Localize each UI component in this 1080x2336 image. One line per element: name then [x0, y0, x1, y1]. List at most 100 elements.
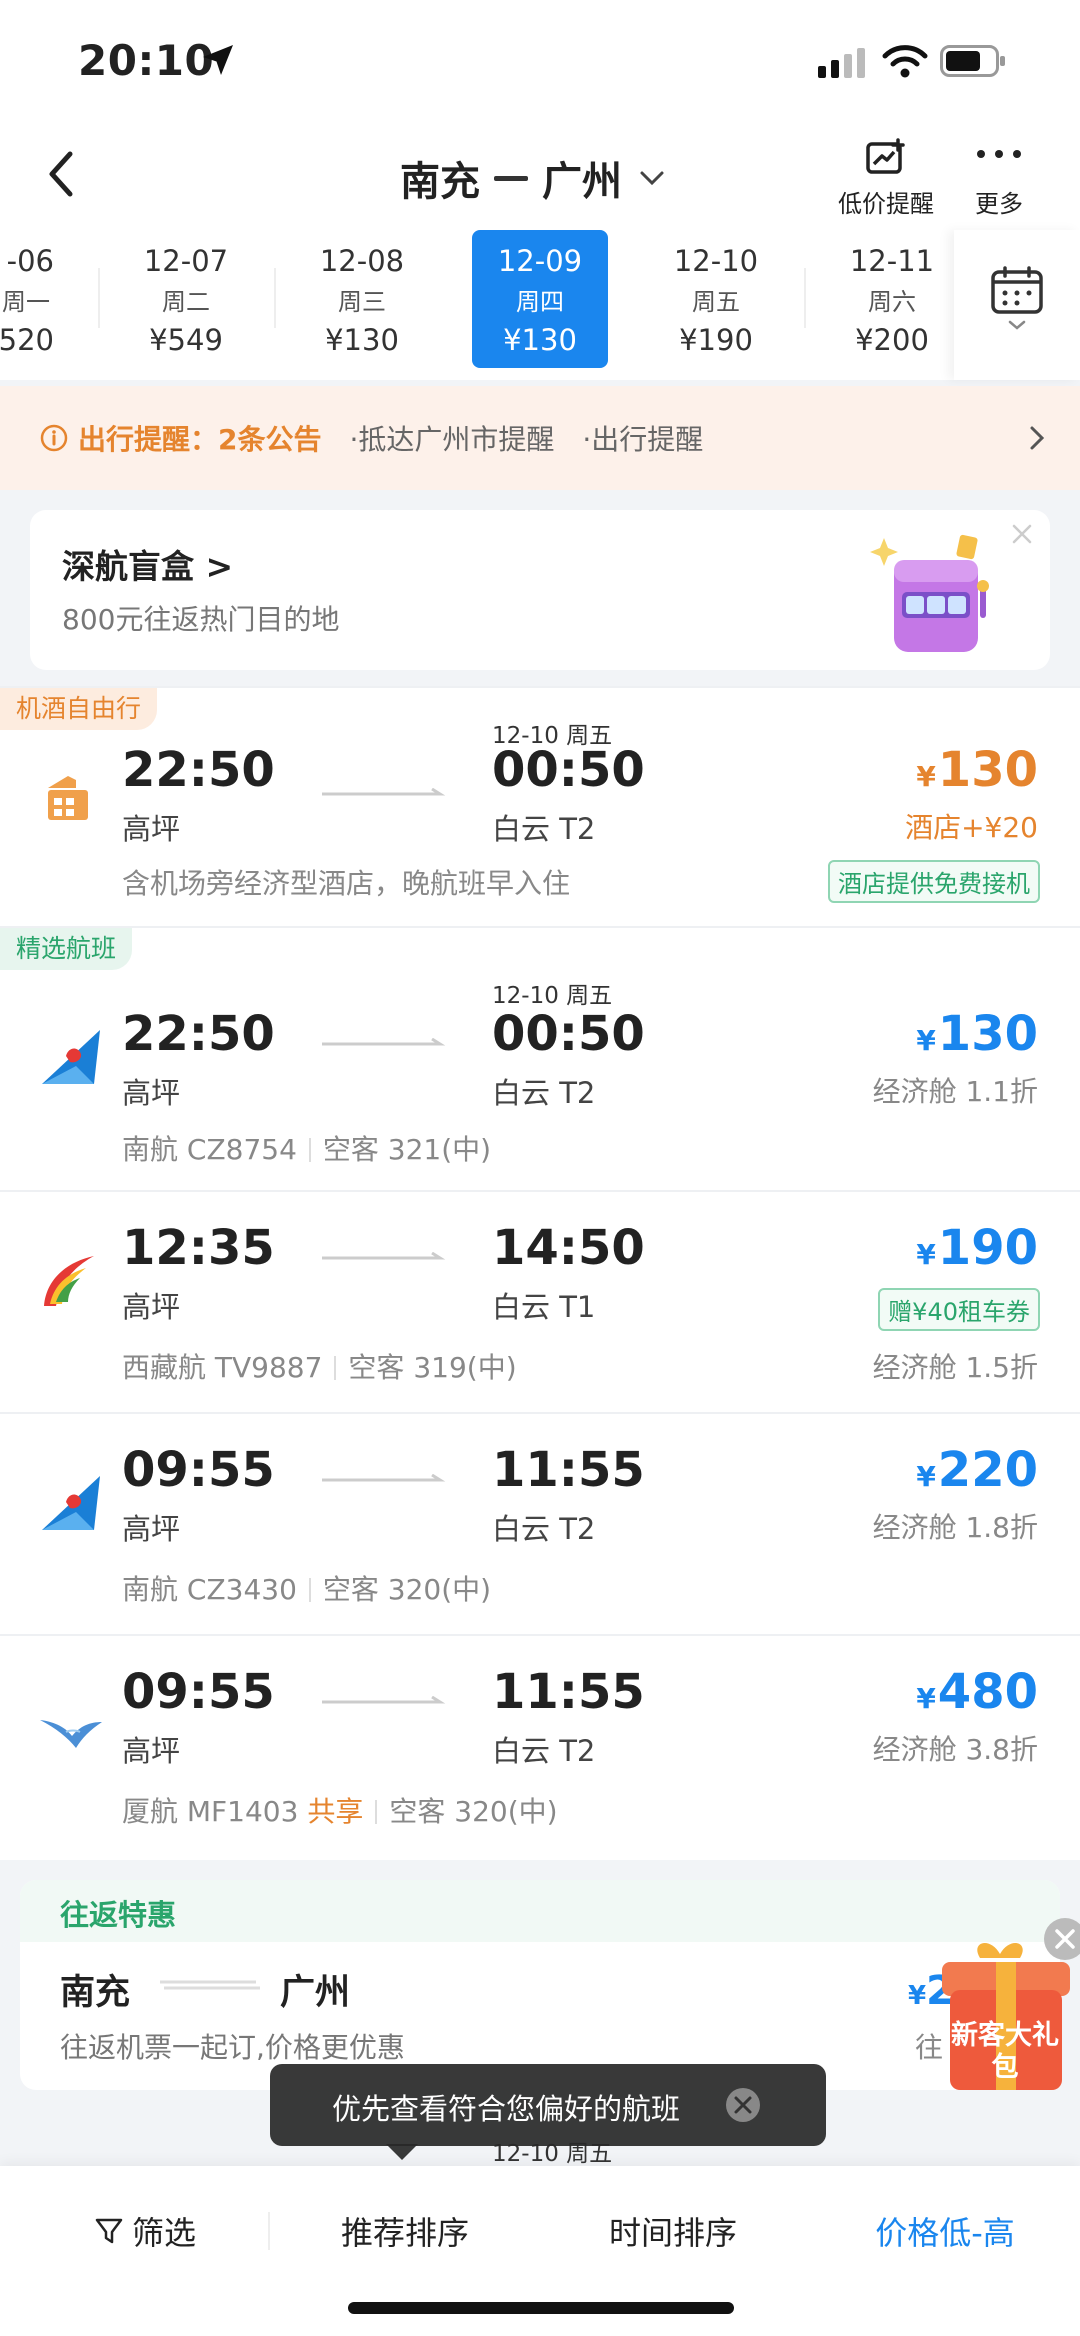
round-trip-origin: 南充	[60, 1973, 131, 2013]
battery-icon	[940, 45, 1005, 77]
departure-airport: 高坪	[122, 812, 181, 846]
price-value: 130	[937, 742, 1038, 798]
date-item[interactable]: 12-08 周三 ¥130	[274, 230, 450, 368]
calendar-icon	[991, 266, 1043, 330]
date-item-selected[interactable]: 12-09 周四 ¥130	[472, 230, 608, 368]
flight-card[interactable]: 机酒自由行 22:50 高坪 12-10 周五 00:50 白云 T2 ¥130…	[0, 686, 1080, 926]
date-label: 12-07	[143, 244, 229, 278]
date-item[interactable]: -06 周一 520	[0, 230, 58, 368]
aircraft-type: 空客 320(中)	[389, 1795, 558, 1828]
featured-tag: 精选航班	[0, 928, 133, 970]
filter-funnel-icon	[95, 2218, 123, 2244]
airline-flight-number: 西藏航 TV9887	[122, 1351, 323, 1384]
close-circle-icon[interactable]	[724, 2086, 762, 2124]
back-arrow-icon[interactable]	[40, 144, 86, 204]
free-pickup-badge: 酒店提供免费接机	[828, 860, 1040, 903]
top-header: 南充 广州 低价提醒 更多	[0, 120, 1080, 230]
chevron-down-icon	[640, 171, 664, 186]
weekday-label: 周五	[692, 288, 740, 316]
tibet-airlines-logo-icon	[44, 1256, 94, 1306]
arrival-airport: 白云 T2	[492, 1734, 596, 1768]
cabin-discount: 经济舱 1.8折	[872, 1511, 1038, 1544]
date-item[interactable]: 12-07 周二 ¥549	[98, 230, 274, 368]
price-value: 190	[937, 1220, 1038, 1276]
time-sort-button[interactable]: 时间排序	[558, 2166, 788, 2296]
departure-airport: 高坪	[122, 1290, 181, 1324]
airline-flight-number: 南航 CZ3430	[122, 1573, 297, 1606]
more-button[interactable]: 更多	[974, 138, 1024, 219]
date-label: -06	[6, 244, 54, 278]
flight-price: ¥190	[916, 1220, 1038, 1276]
date-price: ¥549	[149, 323, 223, 357]
status-time: 20:10	[78, 36, 215, 85]
price-value: 130	[937, 1006, 1038, 1062]
round-trip-arrows-icon	[160, 1980, 260, 1990]
flight-meta: 厦航 MF1403 共享 空客 320(中)	[122, 1790, 558, 1830]
flight-card[interactable]: 精选航班 22:50 高坪 12-10 周五 00:50 白云 T2 ¥130 …	[0, 926, 1080, 1190]
arrival-date: 12-10 周五	[492, 983, 613, 1009]
flight-card[interactable]: 09:55 高坪 11:55 白云 T2 ¥220 经济舱 1.8折 南航 CZ…	[0, 1412, 1080, 1634]
china-southern-logo-icon	[42, 1476, 100, 1530]
close-icon[interactable]	[1008, 520, 1036, 548]
notice-item: ·抵达广州市提醒	[349, 423, 555, 456]
price-alert-button[interactable]: 低价提醒	[838, 138, 934, 219]
notice-item: ·出行提醒	[582, 423, 704, 456]
notice-count: 2条公告	[218, 423, 322, 456]
origin-city: 南充	[400, 159, 480, 205]
blind-box-promo[interactable]: 深航盲盒 > 800元往返热门目的地	[30, 510, 1050, 670]
location-arrow-icon	[203, 45, 233, 75]
route-selector[interactable]: 南充 广州	[400, 148, 666, 208]
travel-notice-bar[interactable]: 出行提醒： 2条公告 ·抵达广州市提醒 ·出行提醒	[0, 386, 1080, 490]
chart-alert-icon	[866, 138, 905, 174]
flight-card[interactable]: 12:35 高坪 14:50 白云 T1 ¥190 赠¥40租车券 经济舱 1.…	[0, 1190, 1080, 1412]
calendar-button[interactable]	[954, 230, 1080, 380]
arrival-time: 11:55	[492, 1442, 645, 1498]
destination-city: 广州	[542, 159, 622, 205]
date-price: ¥130	[325, 323, 399, 357]
flight-meta: 南航 CZ8754 空客 321(中)	[122, 1128, 491, 1168]
weekday-label: 周一	[2, 288, 50, 316]
cellular-signal-icon	[818, 48, 865, 78]
preference-toast: 优先查看符合您偏好的航班	[270, 2064, 826, 2160]
round-trip-destination: 广州	[280, 1973, 351, 2013]
chevron-right-icon	[1030, 426, 1045, 450]
weekday-label: 周三	[338, 288, 386, 316]
weekday-label: 周二	[162, 288, 210, 316]
cabin-discount: 经济舱 1.5折	[872, 1351, 1038, 1384]
round-trip-subtitle: 往返机票一起订,价格更优惠	[60, 2031, 405, 2064]
flight-price: ¥130	[916, 1006, 1038, 1062]
price-value: 220	[937, 1442, 1038, 1498]
aircraft-type: 空客 320(中)	[322, 1573, 492, 1606]
route-dash	[494, 175, 528, 181]
recommended-sort-button[interactable]: 推荐排序	[290, 2166, 520, 2296]
airline-flight-number: 南航 CZ8754	[122, 1133, 297, 1166]
notice-label: 出行提醒：	[78, 423, 219, 456]
departure-airport: 高坪	[122, 1076, 181, 1110]
price-sort-button[interactable]: 价格低-高	[830, 2166, 1060, 2296]
departure-time: 22:50	[122, 742, 275, 798]
xiamen-airlines-logo-icon	[40, 1720, 102, 1748]
toast-text: 优先查看符合您偏好的航班	[332, 2092, 681, 2126]
aircraft-type: 空客 319(中)	[348, 1351, 517, 1384]
flight-line-icon	[322, 1474, 446, 1482]
departure-airport: 高坪	[122, 1734, 181, 1768]
date-label: 12-10	[673, 244, 759, 278]
flight-meta: 南航 CZ3430 空客 320(中)	[122, 1568, 491, 1608]
toast-pointer	[386, 2144, 418, 2160]
bar-divider	[268, 2212, 270, 2250]
arrival-airport: 白云 T2	[492, 812, 596, 846]
home-indicator	[348, 2302, 734, 2314]
departure-airport: 高坪	[122, 1512, 181, 1546]
price-sort-label: 价格低-高	[875, 2214, 1015, 2252]
date-item[interactable]: 12-10 周五 ¥190	[628, 230, 804, 368]
bundle-description: 含机场旁经济型酒店，晚航班早入住	[122, 867, 571, 900]
wifi-icon	[882, 45, 928, 78]
date-price: ¥130	[503, 323, 577, 357]
flight-card[interactable]: 09:55 高坪 11:55 白云 T2 ¥480 经济舱 3.8折 厦航 MF…	[0, 1634, 1080, 1860]
price-alert-label: 低价提醒	[838, 190, 934, 218]
filter-button[interactable]: 筛选	[50, 2166, 240, 2296]
flight-price: ¥480	[916, 1664, 1038, 1720]
departure-time: 09:55	[122, 1664, 275, 1720]
round-trip-label: 往返特惠	[60, 1898, 177, 1932]
round-trip-deal-card[interactable]: 往返特惠 南充 广州 往返机票一起订,价格更优惠 ¥26 往	[20, 1880, 1060, 2090]
